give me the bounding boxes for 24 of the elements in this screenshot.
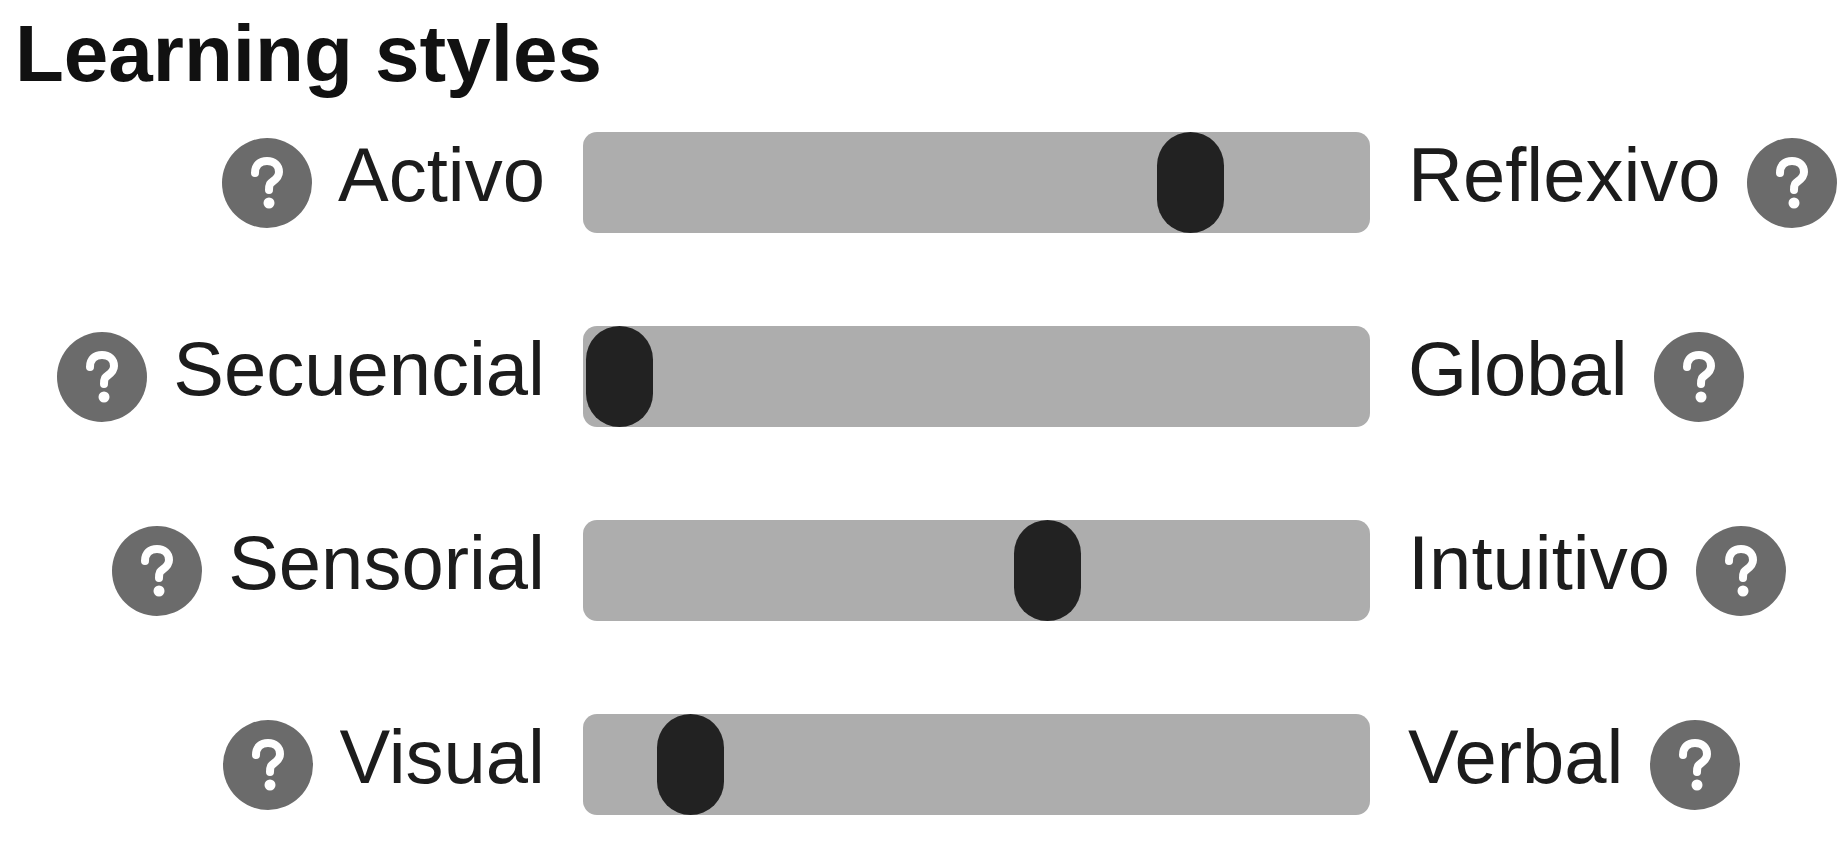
help-icon[interactable]: [1695, 525, 1786, 616]
slider-thumb[interactable]: [1157, 132, 1225, 233]
style-label: Activo: [338, 136, 545, 213]
help-icon[interactable]: [57, 331, 148, 422]
slider-track[interactable]: [583, 132, 1370, 233]
help-icon[interactable]: [1653, 331, 1744, 422]
style-label: Sensorial: [228, 524, 545, 601]
style-label: Verbal: [1408, 718, 1624, 795]
slider-track[interactable]: [583, 714, 1370, 815]
help-icon[interactable]: [1649, 719, 1740, 810]
slider-thumb[interactable]: [1014, 520, 1082, 621]
style-label: Global: [1408, 330, 1628, 407]
help-icon[interactable]: [1746, 137, 1837, 228]
slider-thumb[interactable]: [586, 326, 653, 427]
style-label: Reflexivo: [1408, 136, 1721, 213]
slider-thumb[interactable]: [657, 714, 725, 815]
style-label: Intuitivo: [1408, 524, 1670, 601]
slider-track[interactable]: [583, 520, 1370, 621]
help-icon[interactable]: [222, 137, 313, 228]
help-icon[interactable]: [223, 719, 314, 810]
slider-track[interactable]: [583, 326, 1370, 427]
help-icon[interactable]: [112, 525, 203, 616]
style-label: Visual: [339, 718, 545, 795]
style-label: Secuencial: [173, 330, 545, 407]
